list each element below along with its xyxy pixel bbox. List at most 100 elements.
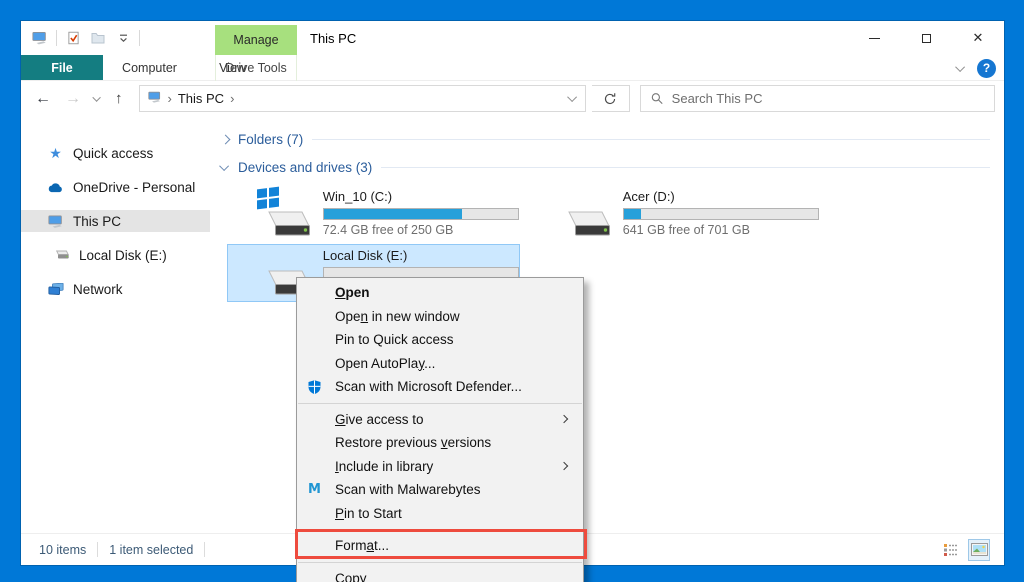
- capacity-bar: [323, 208, 519, 220]
- drive-name: Local Disk (E:): [323, 248, 519, 264]
- context-menu-item-open-autoplay[interactable]: Open AutoPlay...: [297, 352, 583, 376]
- menu-separator: [298, 562, 582, 563]
- window-title: This PC: [310, 21, 356, 55]
- sidebar-item-label: Quick access: [73, 146, 153, 161]
- sidebar-item-label: Network: [73, 282, 123, 297]
- sidebar-item-network[interactable]: Network: [21, 278, 210, 300]
- thumbnails-view-button[interactable]: [968, 539, 990, 561]
- capacity-bar: [623, 208, 819, 220]
- tab-file[interactable]: File: [21, 55, 103, 80]
- context-menu-item-restore-previous-versions[interactable]: Restore previous versions: [297, 431, 583, 455]
- quick-access-toolbar: [21, 29, 140, 47]
- breadcrumb-chevron-icon[interactable]: ›: [168, 91, 172, 106]
- window-controls: ✕: [848, 21, 1004, 55]
- sidebar-item-label: OneDrive - Personal: [73, 180, 195, 195]
- search-box[interactable]: [640, 85, 996, 112]
- sidebar-item-local-disk-e[interactable]: Local Disk (E:): [21, 244, 210, 266]
- sidebar-item-quick-access[interactable]: ★ Quick access: [21, 142, 210, 164]
- group-rule: [381, 167, 990, 168]
- drive-tile-acer-d[interactable]: Acer (D:) 641 GB free of 701 GB: [527, 185, 820, 243]
- sidebar-item-this-pc[interactable]: This PC: [21, 210, 210, 232]
- status-divider: [97, 542, 98, 557]
- computer-icon: [47, 215, 64, 228]
- star-icon: ★: [47, 145, 64, 162]
- status-divider: [204, 542, 205, 557]
- navigation-bar: ← → ↑ › This PC ›: [21, 81, 1004, 116]
- tab-drive-tools[interactable]: Drive Tools: [215, 55, 297, 81]
- sidebar-item-label: Local Disk (E:): [79, 248, 167, 263]
- location-icon: [148, 90, 162, 108]
- chevron-down-icon[interactable]: [219, 161, 229, 171]
- sidebar-item-onedrive[interactable]: OneDrive - Personal: [21, 176, 210, 198]
- ribbon-tab-bar: File Computer View Drive Tools ?: [21, 55, 1004, 81]
- context-menu-item-include-in-library[interactable]: Include in library: [297, 455, 583, 479]
- malwarebytes-icon: M: [306, 482, 323, 497]
- free-space-label: 641 GB free of 701 GB: [623, 223, 819, 237]
- submenu-arrow-icon: [560, 415, 568, 423]
- sidebar-item-label: This PC: [73, 214, 121, 229]
- context-menu-item-format[interactable]: Format...: [297, 534, 583, 558]
- new-folder-icon[interactable]: [89, 29, 107, 47]
- back-button[interactable]: ←: [35, 91, 51, 107]
- chevron-right-icon[interactable]: [221, 134, 231, 144]
- help-button[interactable]: ?: [977, 59, 996, 78]
- context-menu-item-give-access-to[interactable]: Give access to: [297, 408, 583, 432]
- free-space-label: 72.4 GB free of 250 GB: [323, 223, 519, 237]
- close-icon: ✕: [973, 30, 984, 46]
- address-dropdown-icon[interactable]: [567, 92, 577, 102]
- refresh-button[interactable]: [592, 85, 630, 112]
- windows-logo-icon: [257, 187, 279, 210]
- item-count: 10 items: [39, 543, 86, 557]
- defender-shield-icon: [306, 379, 323, 395]
- group-rule: [312, 139, 990, 140]
- this-pc-icon[interactable]: [31, 29, 49, 47]
- group-header-devices-and-drives[interactable]: Devices and drives (3): [222, 158, 990, 176]
- drive-tile-win10-c[interactable]: Win_10 (C:) 72.4 GB free of 250 GB: [227, 185, 520, 243]
- context-menu-item-pin-to-start[interactable]: Pin to Start: [297, 502, 583, 526]
- context-menu-item-open[interactable]: Open: [297, 281, 583, 305]
- submenu-arrow-icon: [560, 462, 568, 470]
- drive-name: Acer (D:): [623, 189, 819, 205]
- group-label: Folders (7): [238, 132, 303, 147]
- drive-name: Win_10 (C:): [323, 189, 519, 205]
- title-bar: Manage This PC ✕: [21, 21, 1004, 55]
- maximize-button[interactable]: [900, 21, 952, 55]
- tab-computer[interactable]: Computer: [103, 55, 196, 80]
- up-button[interactable]: ↑: [115, 91, 123, 106]
- refresh-icon: [603, 92, 617, 106]
- context-menu-item-scan-with-microsoft-defender[interactable]: Scan with Microsoft Defender...: [297, 375, 583, 399]
- context-menu-item-scan-with-malwarebytes[interactable]: M Scan with Malwarebytes: [297, 478, 583, 502]
- drive-icon: [258, 186, 316, 242]
- group-header-folders[interactable]: Folders (7): [222, 130, 990, 148]
- properties-icon[interactable]: [64, 29, 82, 47]
- search-input[interactable]: [672, 91, 984, 106]
- close-button[interactable]: ✕: [952, 21, 1004, 55]
- toolbar-divider: [56, 30, 57, 46]
- context-menu-item-copy[interactable]: Copy: [297, 567, 583, 582]
- minimize-button[interactable]: [848, 21, 900, 55]
- forward-button: →: [65, 91, 81, 107]
- breadcrumb-location[interactable]: This PC: [178, 91, 224, 106]
- maximize-icon: [922, 34, 931, 43]
- breadcrumb-chevron-icon[interactable]: ›: [230, 91, 234, 106]
- drive-icon: [53, 250, 70, 260]
- menu-separator: [298, 403, 582, 404]
- drive-icon: [558, 186, 616, 242]
- group-label: Devices and drives (3): [238, 160, 372, 175]
- search-icon: [651, 92, 663, 105]
- customize-quick-access-icon[interactable]: [114, 29, 132, 47]
- collapse-ribbon-icon[interactable]: [955, 62, 965, 72]
- context-menu-item-open-in-new-window[interactable]: Open in new window: [297, 305, 583, 329]
- toolbar-divider: [139, 30, 140, 46]
- details-view-button[interactable]: [939, 539, 961, 561]
- menu-separator: [298, 529, 582, 530]
- manage-contextual-tab[interactable]: Manage: [215, 25, 297, 55]
- recent-locations-icon[interactable]: [92, 93, 100, 101]
- navigation-pane: ★ Quick access OneDrive - Personal This …: [21, 116, 210, 533]
- selection-count: 1 item selected: [109, 543, 193, 557]
- context-menu: Open Open in new window Pin to Quick acc…: [296, 277, 584, 582]
- address-bar[interactable]: › This PC ›: [139, 85, 586, 112]
- minimize-icon: [869, 38, 880, 39]
- network-icon: [47, 283, 64, 296]
- context-menu-item-pin-to-quick-access[interactable]: Pin to Quick access: [297, 328, 583, 352]
